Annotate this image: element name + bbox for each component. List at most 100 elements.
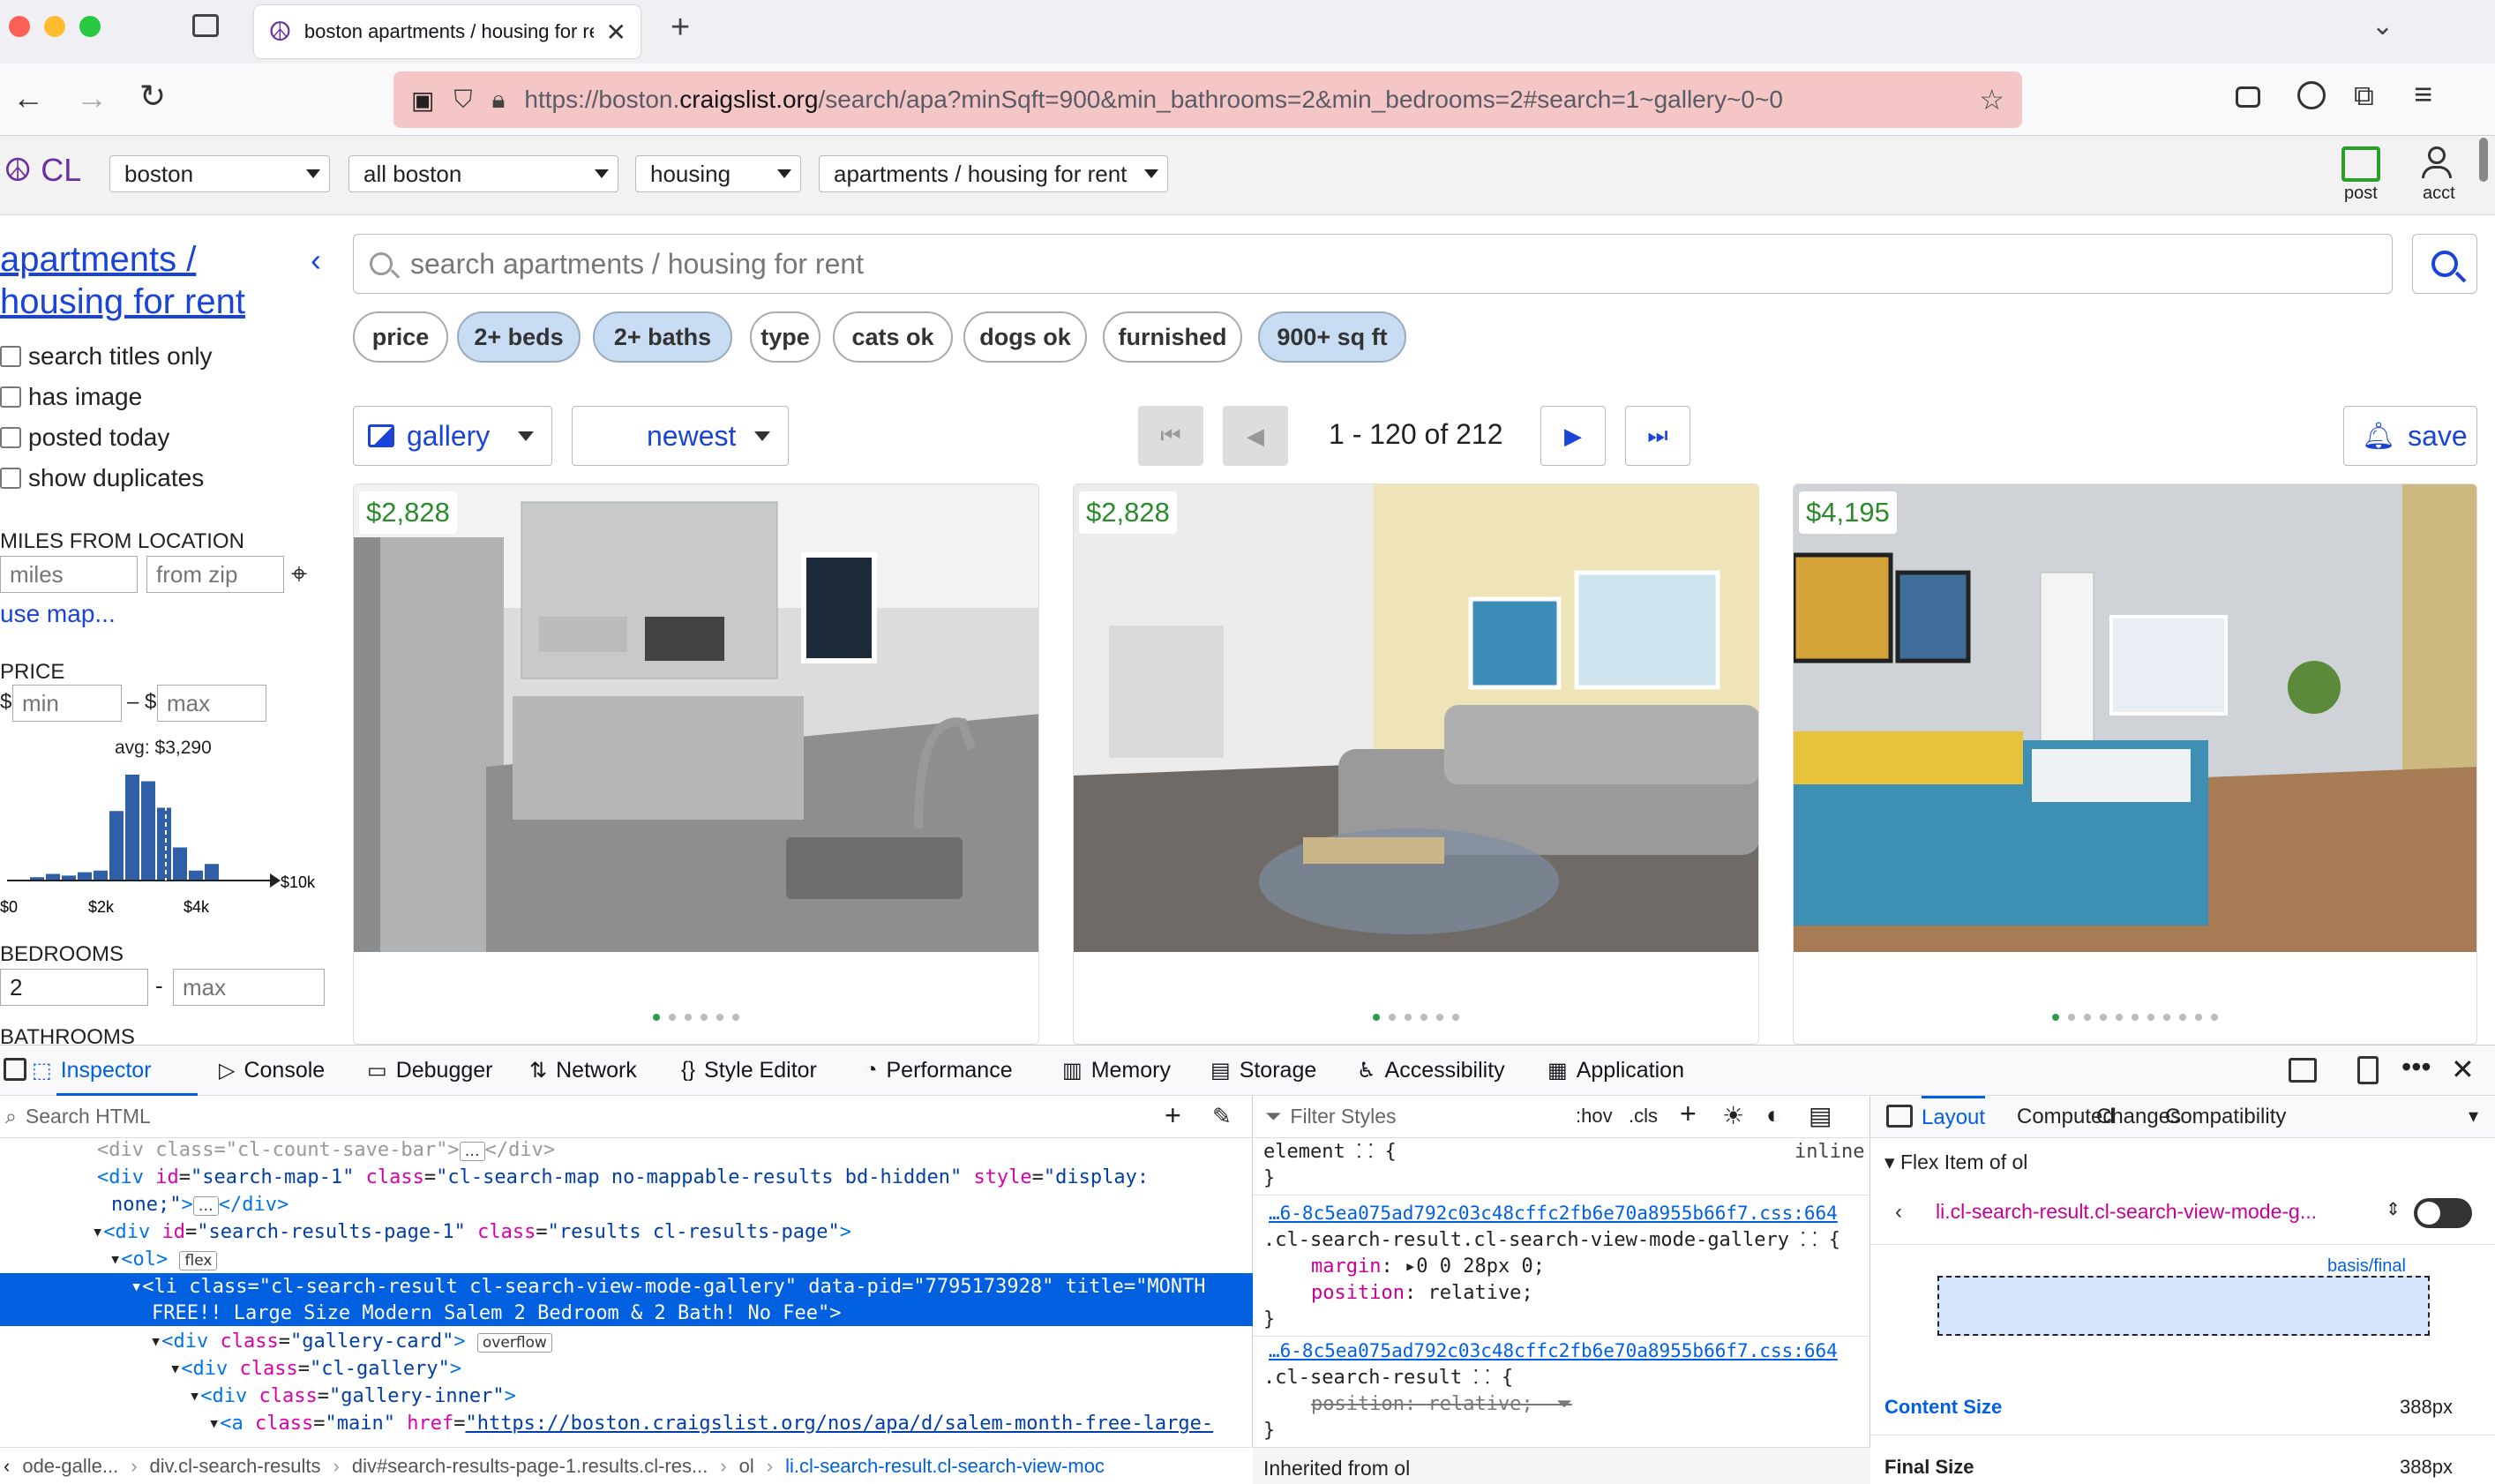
price-min-input[interactable] <box>12 685 122 722</box>
tab-close-icon[interactable]: ✕ <box>606 18 626 47</box>
dom-line[interactable]: ▾<a class="main" href="https://boston.cr… <box>208 1410 1213 1437</box>
maximize-window-button[interactable] <box>79 16 101 37</box>
carousel-dot[interactable] <box>2052 1014 2059 1021</box>
carousel-dot[interactable] <box>701 1014 708 1021</box>
carousel-dot[interactable] <box>653 1014 660 1021</box>
use-map-link[interactable]: use map... <box>0 600 116 628</box>
breadcrumb-scroll-left-icon[interactable]: ‹ <box>4 1455 10 1478</box>
carousel-dot[interactable] <box>2084 1014 2091 1021</box>
carousel-dot[interactable] <box>732 1014 739 1021</box>
dom-line[interactable]: none;">… </div> <box>111 1191 288 1220</box>
filter-chip-price[interactable]: price <box>353 311 448 363</box>
breadcrumb-item[interactable]: div#search-results-page-1.results.cl-res… <box>352 1455 708 1478</box>
toggle-sidebar-icon[interactable] <box>1886 1105 1913 1128</box>
carousel-dot[interactable] <box>2179 1014 2186 1021</box>
listing-photo-kitchen[interactable] <box>354 484 1039 952</box>
css-source-link[interactable]: …6-8c5ea075ad792c03c48cffc2fb6e70a8955b6… <box>1269 1200 1838 1227</box>
acct-label[interactable]: acct <box>2423 184 2455 204</box>
cls-toggle[interactable]: .cls <box>1629 1105 1658 1128</box>
hov-toggle[interactable]: :hov <box>1576 1105 1613 1128</box>
devtools-tab-inspector[interactable]: ⬚ Inspector <box>32 1045 152 1096</box>
view-mode-dropdown[interactable]: gallery <box>353 406 552 466</box>
breadcrumb-item-selected[interactable]: li.cl-search-result.cl-search-view-moc <box>785 1455 1105 1478</box>
rule-selector[interactable]: .cl-search-result.cl-search-view-mode-ga… <box>1263 1226 1840 1254</box>
menu-icon[interactable]: ≡ <box>2414 76 2432 113</box>
dom-line[interactable]: ▾<div id="search-results-page-1" class="… <box>92 1218 851 1246</box>
price-histogram[interactable]: $0 $2k $4k $10k <box>0 764 335 923</box>
back-chevron-icon[interactable]: ‹ <box>1895 1200 1902 1225</box>
dom-line[interactable]: <div class="cl-count-save-bar">… </div> <box>97 1136 555 1165</box>
css-declaration[interactable]: position: relative; <box>1311 1279 1533 1307</box>
subarea-select[interactable]: all boston <box>348 155 618 192</box>
devtools-tab-memory[interactable]: ▥ Memory <box>1062 1045 1171 1096</box>
devtools-tab-debugger[interactable]: ▭ Debugger <box>367 1045 493 1096</box>
has-image-checkbox[interactable]: has image <box>0 383 142 411</box>
category-heading-link[interactable]: apartments / housing for rent <box>0 238 245 323</box>
bookmark-star-icon[interactable]: ☆ <box>1979 83 2004 116</box>
element-rule[interactable]: element ⸬ { <box>1263 1138 1397 1165</box>
miles-input[interactable] <box>0 556 138 593</box>
devtools-tab-console[interactable]: ▷ Console <box>219 1045 325 1096</box>
more-options-icon[interactable]: ••• <box>2401 1051 2431 1083</box>
carousel-dot[interactable] <box>2147 1014 2154 1021</box>
layout-tab-layout[interactable]: Layout <box>1922 1096 1986 1130</box>
layout-tab-compatibility[interactable]: Compatibility <box>2165 1105 2286 1129</box>
carousel-dot[interactable] <box>1389 1014 1396 1021</box>
dom-line[interactable]: ▾<div class="gallery-inner"> <box>189 1383 516 1410</box>
carousel-dot[interactable] <box>716 1014 723 1021</box>
carousel-dot[interactable] <box>685 1014 692 1021</box>
dark-scheme-icon[interactable]: ◐ <box>1766 1101 1781 1129</box>
url-bar[interactable]: ▣ ⛉ 🔒︎ https://boston.craigslist.org/sea… <box>393 71 2022 128</box>
carousel-dot[interactable] <box>1436 1014 1443 1021</box>
save-search-button[interactable]: 🔔︎ save <box>2343 406 2477 466</box>
zip-input[interactable] <box>146 556 284 593</box>
listing-card[interactable]: $4,195 <box>1793 483 2477 1045</box>
prev-page-button[interactable]: ◀ <box>1223 406 1288 466</box>
forward-button[interactable]: → <box>76 79 108 116</box>
account-icon[interactable] <box>2297 81 2326 109</box>
last-page-button[interactable]: ⏭ <box>1625 406 1690 466</box>
carousel-dot[interactable] <box>1420 1014 1427 1021</box>
reader-mode-icon[interactable]: ▣ <box>411 86 434 115</box>
checkbox-box[interactable] <box>0 427 21 448</box>
carousel-dot[interactable] <box>2116 1014 2123 1021</box>
carousel-dot[interactable] <box>2211 1014 2218 1021</box>
search-html-bar[interactable]: ⌕ Search HTML <box>0 1096 1253 1138</box>
item-select-caret-icon[interactable]: ⇕ <box>2386 1198 2401 1220</box>
pocket-icon[interactable] <box>2236 86 2260 108</box>
filter-chip-furnished[interactable]: furnished <box>1103 311 1242 363</box>
listing-card[interactable]: $2,828 <box>1073 483 1759 1045</box>
dom-line-selected[interactable]: ▾<li class="cl-search-result cl-search-v… <box>131 1273 1206 1300</box>
new-tab-button[interactable]: + <box>671 9 690 47</box>
carousel-dot[interactable] <box>1405 1014 1412 1021</box>
search-titles-only-checkbox[interactable]: search titles only <box>0 342 213 371</box>
filter-chip-dogs-ok[interactable]: dogs ok <box>963 311 1087 363</box>
show-duplicates-checkbox[interactable]: show duplicates <box>0 464 204 492</box>
reload-button[interactable]: ↻ <box>139 78 166 115</box>
filter-chip-type[interactable]: type <box>750 311 820 363</box>
breadcrumb-item[interactable]: ol <box>739 1455 754 1478</box>
checkbox-box[interactable] <box>0 386 21 408</box>
carousel-dot[interactable] <box>2100 1014 2107 1021</box>
subcategory-select[interactable]: apartments / housing for rent <box>819 155 1168 192</box>
dock-icon[interactable] <box>2289 1058 2317 1083</box>
next-page-button[interactable]: ▶ <box>1540 406 1606 466</box>
css-declaration[interactable]: margin: ▸0 0 28px 0; <box>1311 1253 1545 1280</box>
flex-item-selector[interactable]: li.cl-search-result.cl-search-view-mode-… <box>1936 1200 2317 1224</box>
carousel-dot[interactable] <box>2195 1014 2202 1021</box>
light-scheme-icon[interactable]: ☀ <box>1722 1101 1744 1130</box>
carousel-dot[interactable] <box>669 1014 676 1021</box>
locate-crosshair-icon[interactable]: ⌖ <box>291 558 307 591</box>
carousel-dots[interactable] <box>1074 1014 1758 1021</box>
bedrooms-max-input[interactable] <box>173 969 325 1006</box>
filter-chip-2-beds[interactable]: 2+ beds <box>457 311 581 363</box>
devtools-tab-storage[interactable]: ▤ Storage <box>1210 1045 1316 1096</box>
carousel-dot[interactable] <box>2163 1014 2170 1021</box>
lock-icon[interactable]: 🔒︎ <box>491 86 505 115</box>
acct-icon[interactable] <box>2421 146 2453 180</box>
carousel-dot[interactable] <box>1373 1014 1380 1021</box>
breadcrumb-item[interactable]: ode-galle... <box>22 1455 118 1478</box>
cl-logo[interactable]: ☮ CL <box>4 152 81 189</box>
filter-chip-2-baths[interactable]: 2+ baths <box>593 311 732 363</box>
css-declaration-overridden[interactable]: position: relative; ⏷ <box>1311 1390 1572 1418</box>
